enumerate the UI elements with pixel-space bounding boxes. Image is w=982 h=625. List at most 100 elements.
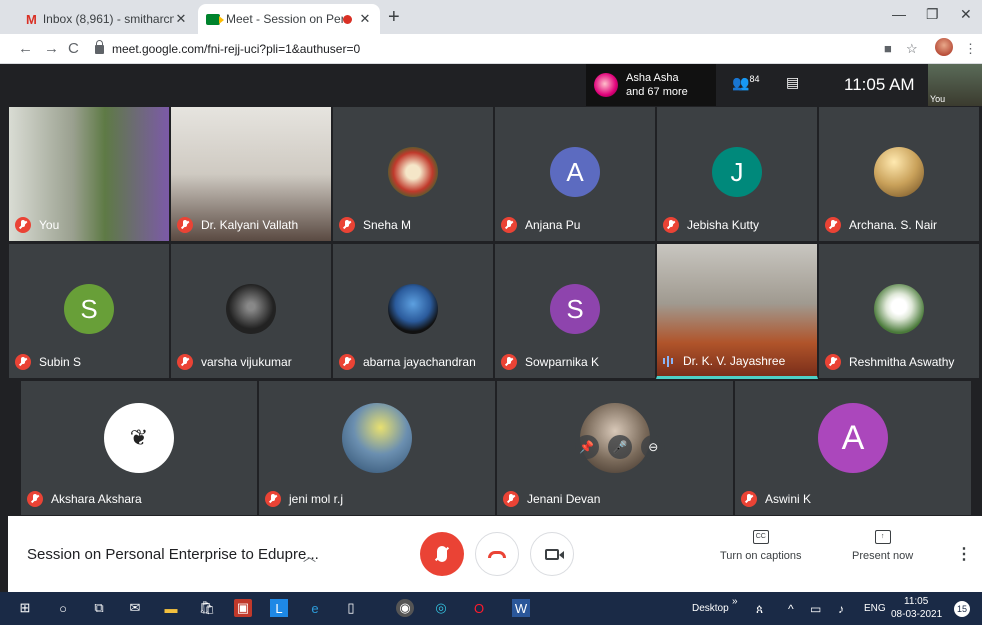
notification-badge[interactable]: 15 — [954, 601, 970, 617]
task-view-icon[interactable]: ⧉ — [90, 599, 108, 617]
mic-off-icon — [825, 354, 841, 370]
profile-avatar[interactable] — [935, 38, 953, 56]
mic-off-icon — [265, 491, 281, 507]
reload-icon[interactable]: C — [68, 40, 79, 57]
toolbar-expand-icon[interactable]: » — [732, 596, 738, 607]
present-icon: ↑ — [874, 530, 891, 544]
participant-count: 84 — [749, 74, 760, 84]
participant-name: Dr. K. V. Jayashree — [683, 354, 786, 368]
participant-avatar: A — [818, 403, 888, 473]
minimize-icon[interactable]: — — [892, 6, 906, 22]
pin-icon[interactable]: 📌 — [574, 435, 599, 459]
windows-taskbar: ⊞ ○ ⧉ ✉ ▬ 🛍 ▣ L e ▯ ◉ ◎ O W Desktop » ጰ … — [0, 592, 982, 625]
meet-top-bar: Asha Asha and 67 more 👥84 ▤ 11:05 AM You — [8, 64, 982, 106]
new-tab-button[interactable]: + — [388, 6, 400, 29]
remove-icon[interactable]: ⊖ — [641, 435, 666, 459]
file-explorer-icon[interactable]: ▬ — [162, 599, 180, 617]
search-icon[interactable]: ○ — [54, 599, 72, 617]
participants-button[interactable]: 👥84 — [732, 74, 759, 92]
captions-label: Turn on captions — [720, 550, 802, 562]
meet-icon — [206, 13, 224, 25]
participant-tile[interactable]: ❦ Akshara Akshara — [20, 380, 258, 516]
participant-tile[interactable]: jeni mol r.j — [258, 380, 496, 516]
participant-tile[interactable]: J Jebisha Kutty — [656, 106, 818, 242]
participant-tile[interactable]: A Aswini K — [734, 380, 972, 516]
people-icon[interactable]: ጰ — [756, 602, 763, 617]
back-arrow-icon[interactable]: ← — [18, 40, 33, 57]
close-window-icon[interactable]: ✕ — [960, 6, 972, 23]
participant-avatar — [226, 284, 276, 334]
lync-icon[interactable]: L — [270, 599, 288, 617]
participant-avatar: S — [550, 284, 600, 334]
chat-icon[interactable]: ▤ — [786, 74, 799, 91]
store-icon[interactable]: 🛍 — [198, 599, 216, 617]
self-view-thumbnail[interactable]: You — [928, 64, 982, 106]
participant-tile[interactable]: Dr. Kalyani Vallath — [170, 106, 332, 242]
participant-grid: You Dr. Kalyani Vallath Sneha M A Anjana… — [8, 106, 982, 516]
chevron-up-icon[interactable]: ︿ — [303, 546, 316, 565]
app-icon[interactable]: ▣ — [234, 599, 252, 617]
participant-name: Archana. S. Nair — [849, 218, 938, 232]
presenter-info[interactable]: Asha Asha and 67 more — [586, 64, 716, 106]
participant-tile[interactable]: abarna jayachandran — [332, 243, 494, 379]
participant-tile[interactable]: Archana. S. Nair — [818, 106, 980, 242]
word-icon[interactable]: W — [512, 599, 530, 617]
participant-tile[interactable]: A Anjana Pu — [494, 106, 656, 242]
mic-off-icon — [825, 217, 841, 233]
language-indicator[interactable]: ENG — [864, 603, 886, 614]
app-circle-icon[interactable]: ◎ — [432, 599, 450, 617]
mic-off-icon — [177, 354, 193, 370]
meeting-title[interactable]: Session on Personal Enterprise to Edupre… — [27, 546, 319, 563]
mic-off-icon — [741, 491, 757, 507]
taskbar-time[interactable]: 11:05 — [904, 596, 928, 607]
camera-toggle-button[interactable] — [530, 532, 574, 576]
restore-icon[interactable]: ❐ — [926, 6, 939, 23]
more-options-icon[interactable]: ⋮ — [956, 544, 972, 564]
present-now-button[interactable]: ↑ Present now — [852, 530, 913, 562]
taskbar-date[interactable]: 08-03-2021 — [891, 609, 942, 620]
camera-indicator-icon[interactable]: ■ — [884, 41, 892, 56]
mic-off-icon — [339, 354, 355, 370]
bookmark-star-icon[interactable]: ☆ — [906, 41, 918, 57]
participant-tile[interactable]: You — [8, 106, 170, 242]
tab-meet-session[interactable]: Meet - Session on Personal ✕ — [198, 4, 380, 34]
desktop-toolbar-label[interactable]: Desktop — [692, 603, 729, 614]
captions-icon: CC — [752, 530, 769, 544]
url-field[interactable]: meet.google.com/fni-rejj-uci?pli=1&authu… — [95, 38, 895, 60]
participant-name: varsha vijukumar — [201, 355, 292, 369]
participant-tile[interactable]: varsha vijukumar — [170, 243, 332, 379]
forward-arrow-icon[interactable]: → — [44, 40, 59, 57]
network-icon[interactable]: ▭ — [810, 602, 821, 616]
participant-name: Reshmitha Aswathy — [849, 355, 955, 369]
tab-gmail-inbox[interactable]: M Inbox (8,961) - smitharcnair@gm ✕ — [18, 4, 196, 34]
windows-start-icon[interactable]: ⊞ — [16, 599, 34, 617]
mail-icon[interactable]: ✉ — [126, 599, 144, 617]
participant-name: Sowparnika K — [525, 355, 600, 369]
participant-tile[interactable]: S Sowparnika K — [494, 243, 656, 379]
show-hidden-icons-chevron-icon[interactable]: ^ — [788, 602, 794, 616]
document-icon[interactable]: ▯ — [342, 599, 360, 617]
participant-tile[interactable]: Reshmitha Aswathy — [818, 243, 980, 379]
captions-button[interactable]: CC Turn on captions — [720, 530, 802, 562]
participant-tile[interactable]: Sneha M — [332, 106, 494, 242]
participant-tile-speaking[interactable]: Dr. K. V. Jayashree — [656, 243, 818, 379]
mic-toggle-button[interactable] — [420, 532, 464, 576]
volume-icon[interactable]: ♪ — [838, 602, 844, 616]
participant-name: You — [39, 218, 60, 232]
opera-icon[interactable]: O — [470, 599, 488, 617]
mute-participant-icon[interactable]: 🎤 — [607, 435, 632, 459]
recording-icon — [343, 14, 352, 24]
participant-avatar: ❦ — [104, 403, 174, 473]
url-text: meet.google.com/fni-rejj-uci?pli=1&authu… — [112, 42, 361, 56]
chrome-icon[interactable]: ◉ — [396, 599, 414, 617]
close-tab-icon[interactable]: ✕ — [174, 11, 188, 27]
participant-avatar — [388, 147, 438, 197]
leave-call-button[interactable] — [475, 532, 519, 576]
edge-icon[interactable]: e — [306, 599, 324, 617]
participant-tile[interactable]: S Subin S — [8, 243, 170, 379]
meet-control-bar: Session on Personal Enterprise to Edupre… — [8, 516, 982, 592]
browser-menu-icon[interactable]: ⋮ — [964, 41, 977, 57]
lock-icon — [95, 39, 104, 54]
close-tab-icon[interactable]: ✕ — [358, 11, 372, 27]
participant-name: Akshara Akshara — [51, 492, 142, 506]
